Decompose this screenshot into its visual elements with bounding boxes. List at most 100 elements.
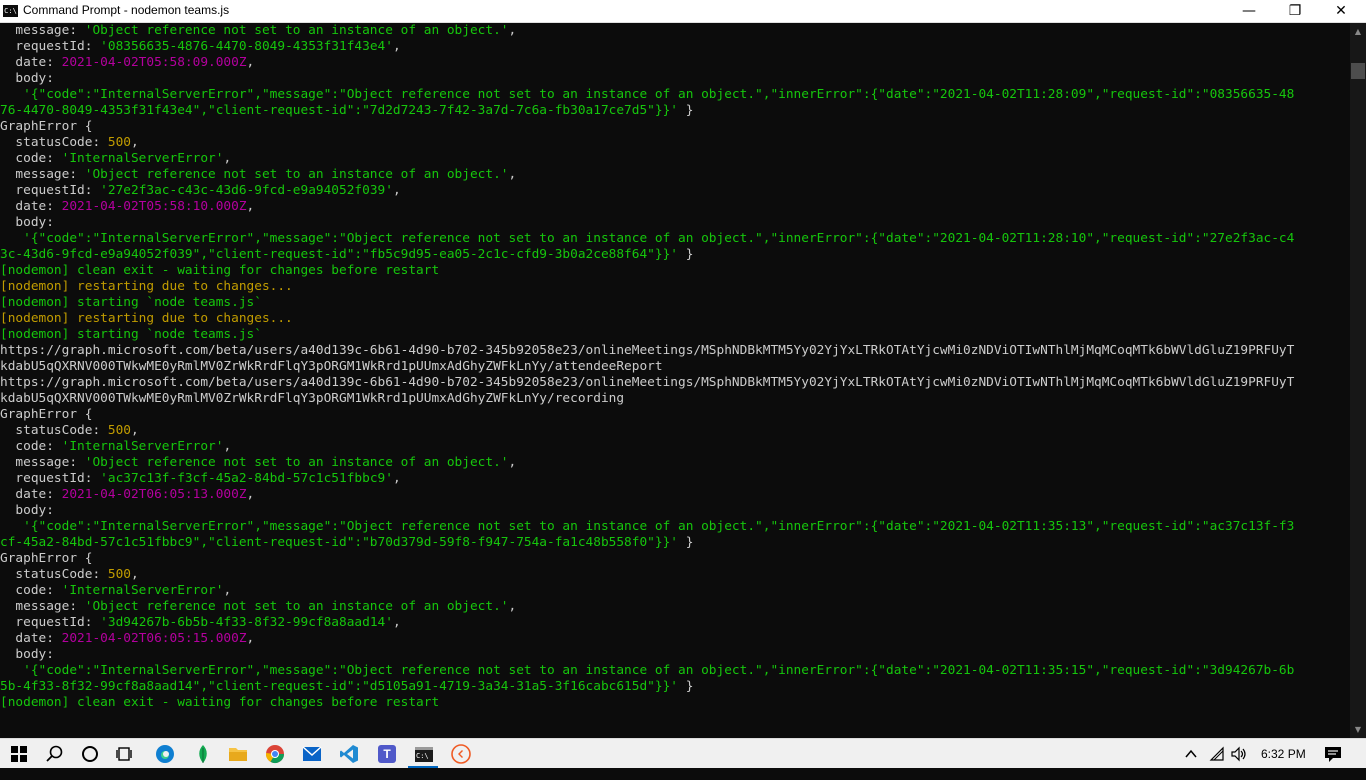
notifications-icon[interactable] xyxy=(1324,739,1342,769)
console-text: , xyxy=(223,583,232,598)
scroll-up-arrow-icon[interactable]: ▲ xyxy=(1350,23,1366,40)
console-text: , xyxy=(223,151,232,166)
console-text: https://graph.microsoft.com/beta/users/a… xyxy=(0,343,1295,358)
console-line: message: 'Object reference not set to an… xyxy=(0,167,1350,183)
scroll-down-arrow-icon[interactable]: ▼ xyxy=(1350,721,1366,738)
console-text: 2021-04-02T05:58:10.000Z xyxy=(61,199,247,214)
console-text: [nodemon] restarting due to changes... xyxy=(0,311,293,326)
speaker-volume-icon[interactable] xyxy=(1230,739,1248,769)
console-text: } xyxy=(678,535,694,550)
console-line: '{"code":"InternalServerError","message"… xyxy=(0,663,1350,679)
console-text: message: xyxy=(0,167,85,182)
file-explorer-icon[interactable] xyxy=(227,743,249,765)
console-text: 'InternalServerError' xyxy=(61,151,224,166)
console-line: date: 2021-04-02T06:05:15.000Z, xyxy=(0,631,1350,647)
console-line: date: 2021-04-02T05:58:10.000Z, xyxy=(0,199,1350,215)
outlook-icon[interactable] xyxy=(301,743,323,765)
console-text: , xyxy=(392,39,401,54)
title-bar[interactable]: C:\ Command Prompt - nodemon teams.js — … xyxy=(0,0,1366,23)
console-text: kdabU5qQXRNV000TWkwME0yRmlMV0ZrWkRrdFlqY… xyxy=(0,391,625,406)
close-button[interactable]: ✕ xyxy=(1318,0,1364,22)
console-line: statusCode: 500, xyxy=(0,135,1350,151)
console-line: code: 'InternalServerError', xyxy=(0,151,1350,167)
console-text: [nodemon] clean exit - waiting for chang… xyxy=(0,695,440,710)
console-text: [nodemon] restarting due to changes... xyxy=(0,279,293,294)
console-line: https://graph.microsoft.com/beta/users/a… xyxy=(0,375,1350,391)
console-line: '{"code":"InternalServerError","message"… xyxy=(0,519,1350,535)
console-text: '{"code":"InternalServerError","message"… xyxy=(0,663,1295,678)
edge-icon[interactable] xyxy=(154,743,176,765)
console-text: [nodemon] clean exit - waiting for chang… xyxy=(0,263,440,278)
console-text: requestId: xyxy=(0,471,101,486)
console-line: body: xyxy=(0,503,1350,519)
postman-icon[interactable] xyxy=(450,743,472,765)
vertical-scrollbar[interactable]: ▲ ▼ xyxy=(1350,23,1366,738)
console-line: kdabU5qQXRNV000TWkwME0yRmlMV0ZrWkRrdFlqY… xyxy=(0,391,1350,407)
console-text: 'ac37c13f-f3cf-45a2-84bd-57c1c51fbbc9' xyxy=(100,471,393,486)
console-line: '{"code":"InternalServerError","message"… xyxy=(0,87,1350,103)
console-text: statusCode: xyxy=(0,423,108,438)
task-view-icon[interactable] xyxy=(114,743,136,765)
search-icon[interactable] xyxy=(44,743,66,765)
console-text: 'InternalServerError' xyxy=(61,439,224,454)
cortana-icon[interactable] xyxy=(79,743,101,765)
console-line: requestId: '27e2f3ac-c43c-43d6-9fcd-e9a9… xyxy=(0,183,1350,199)
console-line: [nodemon] restarting due to changes... xyxy=(0,311,1350,327)
console-line: requestId: 'ac37c13f-f3cf-45a2-84bd-57c1… xyxy=(0,471,1350,487)
console-text: , xyxy=(246,55,255,70)
vscode-icon[interactable] xyxy=(338,743,360,765)
wifi-icon[interactable] xyxy=(1209,739,1225,769)
console-text: , xyxy=(508,167,517,182)
clock[interactable]: 6:32 PM xyxy=(1261,739,1306,769)
console-text: date: xyxy=(0,199,62,214)
teams-icon[interactable]: T xyxy=(376,743,398,765)
windows-start-icon[interactable] xyxy=(8,743,30,765)
console-text: kdabU5qQXRNV000TWkwME0yRmlMV0ZrWkRrdFlqY… xyxy=(0,359,663,374)
console-line: code: 'InternalServerError', xyxy=(0,583,1350,599)
console-text: [nodemon] starting `node teams.js` xyxy=(0,327,262,342)
console-text: '{"code":"InternalServerError","message"… xyxy=(0,519,1295,534)
console-text: https://graph.microsoft.com/beta/users/a… xyxy=(0,375,1295,390)
chrome-icon[interactable] xyxy=(264,743,286,765)
console-line: requestId: '08356635-4876-4470-8049-4353… xyxy=(0,39,1350,55)
console-line: GraphError { xyxy=(0,119,1350,135)
console-line: [nodemon] restarting due to changes... xyxy=(0,279,1350,295)
console-text: , xyxy=(392,183,401,198)
console-text: '3d94267b-6b5b-4f33-8f32-99cf8a8aad14' xyxy=(100,615,393,630)
console-line: [nodemon] starting `node teams.js` xyxy=(0,327,1350,343)
console-line: code: 'InternalServerError', xyxy=(0,439,1350,455)
mongodb-compass-icon[interactable] xyxy=(192,743,214,765)
console-text: , xyxy=(246,487,255,502)
taskbar: T C:\ 6:32 PM xyxy=(0,738,1366,768)
console-output[interactable]: message: 'Object reference not set to an… xyxy=(0,23,1350,738)
console-text: , xyxy=(508,455,517,470)
show-hidden-icons-chevron-up-icon[interactable] xyxy=(1184,739,1198,769)
console-text: 'Object reference not set to an instance… xyxy=(84,167,509,182)
console-text: requestId: xyxy=(0,39,101,54)
console-text: , xyxy=(392,615,401,630)
console-text: '{"code":"InternalServerError","message"… xyxy=(0,87,1295,102)
console-line: GraphError { xyxy=(0,407,1350,423)
console-line: [nodemon] starting `node teams.js` xyxy=(0,295,1350,311)
console-text: GraphError { xyxy=(0,407,93,422)
console-text: , xyxy=(508,23,517,38)
console-line: body: xyxy=(0,71,1350,87)
maximize-button[interactable]: ❐ xyxy=(1272,0,1318,22)
scrollbar-thumb[interactable] xyxy=(1351,63,1365,79)
command-prompt-icon[interactable]: C:\ xyxy=(413,743,435,765)
console-text: 500 xyxy=(107,423,131,438)
console-text: , xyxy=(223,439,232,454)
console-text: date: xyxy=(0,631,62,646)
console-text: body: xyxy=(0,71,54,86)
console-text: 500 xyxy=(107,567,131,582)
console-text: code: xyxy=(0,583,62,598)
minimize-button[interactable]: — xyxy=(1226,0,1272,22)
console-line: message: 'Object reference not set to an… xyxy=(0,455,1350,471)
console-text: 500 xyxy=(107,135,131,150)
command-prompt-icon: C:\ xyxy=(3,5,18,17)
console-text: GraphError { xyxy=(0,551,93,566)
console-text: message: xyxy=(0,599,85,614)
console-text: 2021-04-02T06:05:13.000Z xyxy=(61,487,247,502)
console-line: https://graph.microsoft.com/beta/users/a… xyxy=(0,343,1350,359)
console-text: '{"code":"InternalServerError","message"… xyxy=(0,231,1295,246)
